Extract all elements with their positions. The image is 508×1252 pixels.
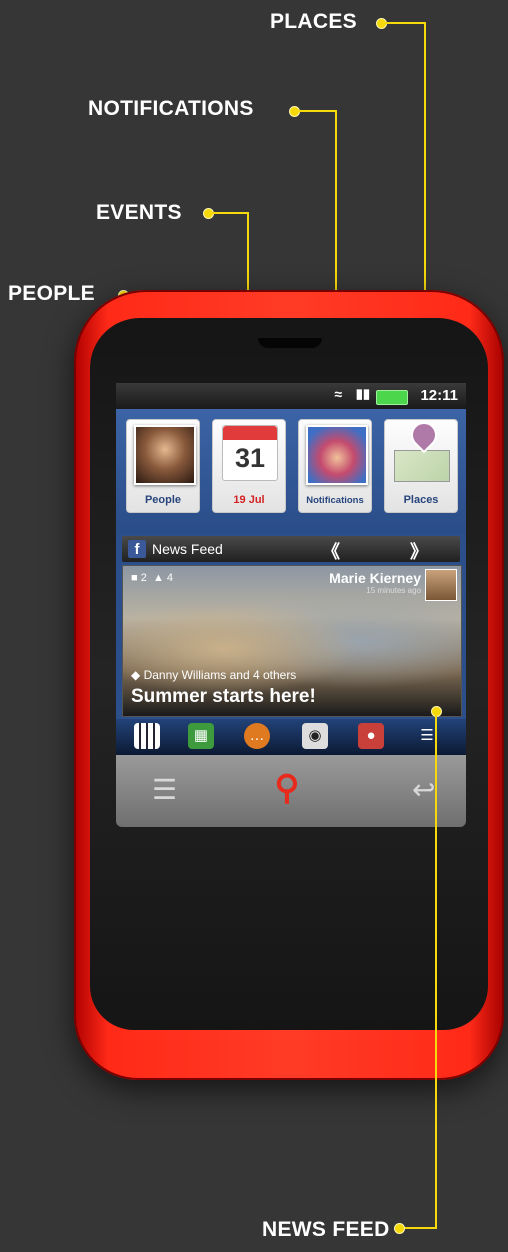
search-icon[interactable]: ⚲ [266,767,308,809]
post-author[interactable]: Marie Kierney [329,570,421,586]
wifi-icon: ≈ [334,386,342,402]
like-icon: ▲ [152,572,164,584]
status-time: 12:11 [420,387,458,404]
callout-people: PEOPLE [8,282,95,305]
callout-events-line [211,212,249,214]
callout-notifications: NOTIFICATIONS [88,97,254,120]
status-bar: ≈ ▮▮ 12:11 [116,383,466,409]
menu-icon[interactable]: ☰ [152,773,177,806]
avatar[interactable] [425,569,457,601]
news-feed-header: f News Feed 《 》 [122,536,460,562]
comment-icon: ■ [131,572,138,584]
next-button[interactable]: 》 [410,538,428,564]
news-feed-title: News Feed [152,541,223,557]
callout-news-feed: NEWS FEED [262,1218,390,1241]
news-feed-pointer-line-h [402,1227,437,1229]
tile-notifications[interactable]: Notifications [298,419,372,513]
battery-icon [376,390,408,405]
post-stats: ■ 2 ▲ 4 [131,572,173,584]
tagged-text: Danny Williams and 4 others [143,668,297,682]
signal-icon: ▮▮ [355,386,370,401]
hardware-nav-bar: ☰ ⚲ ↩ [116,755,466,827]
app-tiles: People 31 19 Jul Notifications Places [116,409,466,533]
callout-places: PLACES [270,10,357,33]
calendar-icon: 31 [222,425,278,481]
tile-notifications-label: Notifications [306,495,364,506]
callout-events: EVENTS [96,201,182,224]
tag-icon: ◆ [131,668,141,682]
prev-button[interactable]: 《 [322,538,340,564]
tile-people[interactable]: People [126,419,200,513]
phone-screen: ≈ ▮▮ 12:11 People 31 19 Jul Notification… [116,383,466,755]
post-caption: Summer starts here! [131,686,316,707]
news-feed-pointer-line [435,712,437,1229]
map-pin-icon [405,416,443,454]
tile-people-label: People [144,494,182,506]
callout-places-line [384,22,426,24]
tile-events[interactable]: 31 19 Jul [212,419,286,513]
contacts-icon[interactable]: ▦ [188,723,214,749]
browser-icon[interactable]: ● [358,723,384,749]
tile-places[interactable]: Places [384,416,458,513]
tile-events-label: 19 Jul [233,494,265,506]
messages-icon[interactable]: … [244,723,270,749]
like-count: 4 [166,572,174,584]
camera-icon[interactable]: ◉ [302,723,328,749]
map-icon [394,450,450,482]
back-icon[interactable]: ↩ [412,773,435,806]
tagged-people: ◆ Danny Williams and 4 others [131,668,296,682]
calendar-day: 31 [234,443,266,473]
callout-news-feed-dot [394,1223,405,1234]
news-feed-post[interactable]: ■ 2 ▲ 4 Marie Kierney 15 minutes ago ◆ D… [122,565,462,717]
facebook-icon: f [128,540,146,558]
callout-notifications-line [297,110,337,112]
people-photo-icon [134,425,196,485]
comment-count: 2 [140,572,147,584]
tile-places-label: Places [403,494,439,506]
app-dock: ▦ … ◉ ● ☰ [116,719,466,755]
apps-grid-icon[interactable] [134,723,160,749]
notifications-photo-icon [306,425,368,485]
earpiece [258,338,322,348]
post-time: 15 minutes ago [366,586,421,595]
